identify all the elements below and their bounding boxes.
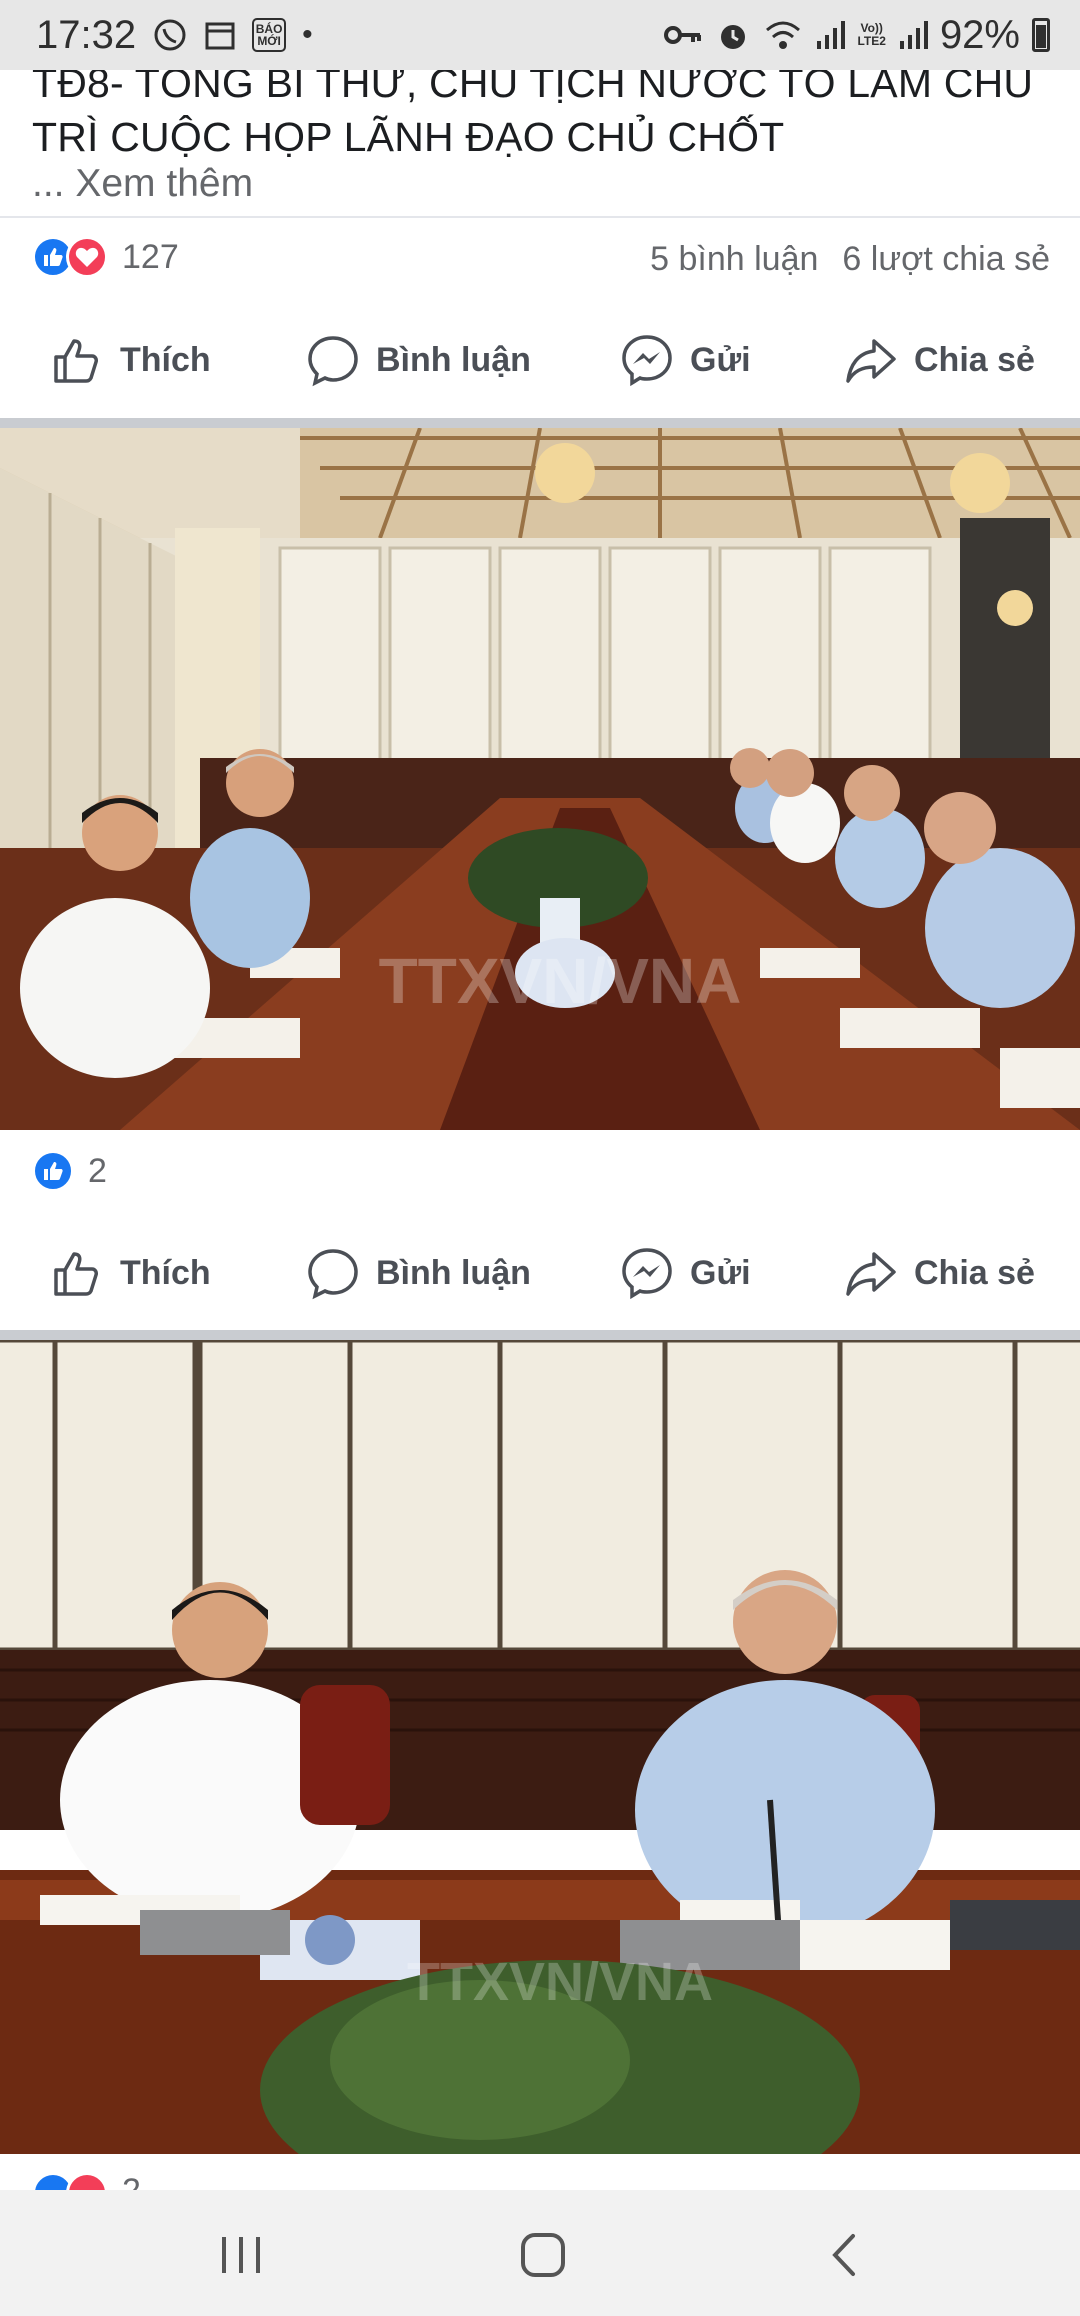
share-icon: [846, 339, 896, 383]
baomoi-icon: BÁO MỚI: [252, 18, 287, 52]
system-nav-bar: [0, 2190, 1080, 2316]
comment-count[interactable]: 5 bình luận: [650, 240, 818, 279]
share-button[interactable]: Chia sẻ: [844, 333, 1035, 387]
like-button[interactable]: Thích: [50, 333, 211, 387]
screen: 17:32 BÁO MỚI • Vo)) LTE2 92% TĐ8- TỔNG …: [0, 0, 1080, 2316]
photo2-reaction-summary-partial[interactable]: 2: [32, 2172, 141, 2190]
share-icon: [846, 1252, 896, 1296]
send-button[interactable]: Gửi: [620, 1246, 751, 1300]
share-button[interactable]: Chia sẻ: [844, 1246, 1035, 1300]
engagement-counts: 5 bình luận 6 lượt chia sẻ: [650, 240, 1050, 279]
post-title: TĐ8- TỔNG BÍ THƯ, CHỦ TỊCH NƯỚC TÔ LÂM C…: [32, 60, 1034, 160]
photo1-reaction-summary[interactable]: 2: [32, 1150, 107, 1192]
battery-icon: [1032, 18, 1050, 52]
meeting-photo-2[interactable]: TTXVN/VNA: [0, 1340, 1080, 2154]
thumbs-up-icon: [54, 339, 98, 383]
comment-label: Bình luận: [376, 340, 531, 379]
photo1-reaction-count: 2: [88, 1151, 107, 1190]
photo1-action-bar: Thích Bình luận Gửi Chia sẻ: [0, 1218, 1080, 1328]
status-left: 17:32 BÁO MỚI •: [36, 13, 313, 58]
signal-icon: [815, 19, 846, 51]
status-right: Vo)) LTE2 92%: [663, 13, 1050, 58]
send-button[interactable]: Gửi: [620, 333, 751, 387]
battery-percent: 92%: [939, 12, 1020, 57]
comment-icon: [308, 1249, 358, 1300]
like-label: Thích: [120, 1253, 211, 1292]
back-icon: [832, 2234, 855, 2276]
like-reaction-icon: [32, 1150, 74, 1192]
alarm-icon: [715, 17, 751, 53]
meeting-photo-2-image: TTXVN/VNA: [0, 1340, 1080, 2154]
status-time: 17:32: [36, 12, 137, 57]
see-more-link[interactable]: ... Xem thêm: [32, 162, 253, 206]
post-separator: [0, 418, 1080, 428]
wifi-icon: [763, 18, 803, 52]
reaction-summary[interactable]: 127: [32, 236, 179, 278]
home-button[interactable]: [508, 2220, 578, 2290]
viber-icon: [152, 17, 188, 53]
volte-icon: Vo)) LTE2: [857, 21, 886, 48]
messenger-icon: [622, 1248, 672, 1300]
post-separator: [0, 1330, 1080, 1340]
recent-apps-button[interactable]: [206, 2220, 276, 2290]
status-bar: 17:32 BÁO MỚI • Vo)) LTE2 92%: [0, 0, 1080, 70]
like-button[interactable]: Thích: [50, 1246, 211, 1300]
signal-icon-2: [898, 19, 928, 51]
send-label: Gửi: [690, 340, 751, 379]
action-bar: Thích Bình luận Gửi Chia sẻ: [0, 305, 1080, 415]
messenger-icon: [622, 335, 672, 387]
comment-button[interactable]: Bình luận: [306, 1246, 531, 1300]
meeting-photo-1-image: TTXVN/VNA: [0, 428, 1080, 1130]
photo2-reaction-count: 2: [122, 2172, 141, 2190]
love-reaction-icon: [66, 2172, 108, 2190]
meeting-photo-1[interactable]: TTXVN/VNA: [0, 428, 1080, 1130]
share-count[interactable]: 6 lượt chia sẻ: [842, 240, 1050, 279]
calendar-icon: [204, 19, 236, 51]
share-label: Chia sẻ: [914, 1253, 1035, 1292]
divider: [0, 216, 1080, 218]
like-label: Thích: [120, 340, 211, 379]
recent-apps-icon: [222, 2237, 260, 2273]
comment-label: Bình luận: [376, 1253, 531, 1292]
photo-watermark: TTXVN/VNA: [407, 1952, 713, 2012]
status-dot: •: [302, 18, 313, 51]
comment-icon: [308, 336, 358, 387]
thumbs-up-icon: [54, 1252, 98, 1296]
send-label: Gửi: [690, 1253, 751, 1292]
love-reaction-icon: [66, 236, 108, 278]
reaction-count: 127: [122, 237, 179, 276]
home-icon: [521, 2233, 565, 2277]
photo-watermark: TTXVN/VNA: [379, 945, 742, 1017]
key-icon: [663, 20, 703, 50]
back-button[interactable]: [810, 2220, 880, 2290]
comment-button[interactable]: Bình luận: [306, 333, 531, 387]
share-label: Chia sẻ: [914, 340, 1035, 379]
